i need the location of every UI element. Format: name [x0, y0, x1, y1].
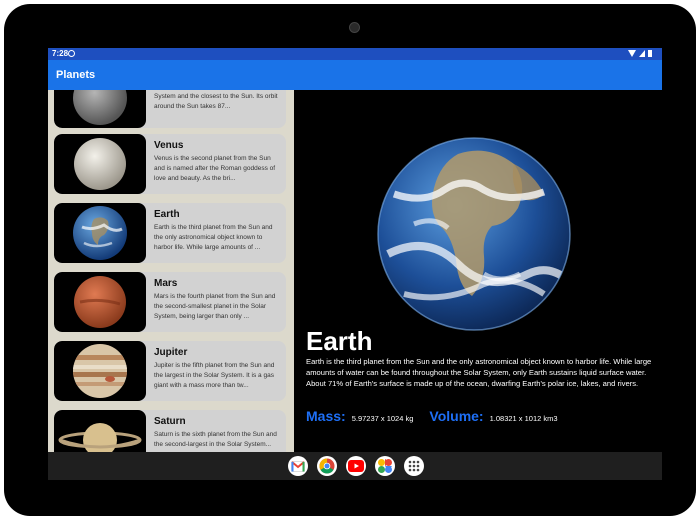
planet-list[interactable]: Mercury is the smallest planet in the So…: [48, 90, 294, 452]
status-bar: 7:28: [48, 48, 662, 60]
notification-icon: [68, 50, 75, 57]
planet-card-jupiter[interactable]: Jupiter Jupiter is the fifth planet from…: [54, 341, 286, 401]
battery-icon: [648, 50, 652, 57]
detail-title: Earth: [306, 326, 373, 356]
planet-description: Saturn is the sixth planet from the Sun …: [154, 431, 277, 448]
apps-icon[interactable]: [404, 456, 424, 476]
taskbar: [48, 452, 662, 480]
mass-label: Mass:: [306, 408, 346, 424]
volume-label: Volume:: [429, 408, 484, 424]
planet-card-mars[interactable]: Mars Mars is the fourth planet from the …: [54, 272, 286, 332]
planet-card-venus[interactable]: Venus Venus is the second planet from th…: [54, 134, 286, 194]
planet-thumbnail: [54, 272, 146, 332]
signal-icon: [639, 50, 645, 57]
planet-description: Earth is the third planet from the Sun a…: [154, 224, 273, 251]
status-time: 7:28: [52, 49, 69, 58]
detail-description: Earth is the third planet from the Sun a…: [306, 357, 652, 388]
screen: 7:28 Planets System and the closest to t…: [48, 48, 662, 480]
planet-description: Venus is the second planet from the Sun …: [154, 155, 276, 182]
gmail-icon[interactable]: [288, 456, 308, 476]
wifi-icon: [628, 50, 636, 57]
planet-description: Mars is the fourth planet from the Sun a…: [154, 293, 276, 320]
chrome-icon[interactable]: [317, 456, 337, 476]
planet-thumbnail: [54, 410, 146, 452]
planet-name: Jupiter: [154, 347, 188, 358]
planet-description: Mercury is the smallest planet in the So…: [154, 93, 278, 110]
volume-value: 1.08321 x 1012 km3: [489, 414, 558, 423]
earth-image: [377, 137, 571, 331]
planet-card-saturn[interactable]: Saturn Saturn is the sixth planet from t…: [54, 410, 286, 452]
planet-thumbnail: [54, 203, 146, 263]
planet-description: Jupiter is the fifth planet from the Sun…: [154, 362, 275, 389]
mass-value: 5.97237 x 1024 kg: [351, 414, 414, 423]
planet-stats: Mass: 5.97237 x 1024 kg Volume: 1.08321 …: [306, 408, 574, 424]
planet-thumbnail: [54, 341, 146, 401]
photos-icon[interactable]: [375, 456, 395, 476]
app-bar: Planets: [48, 60, 662, 90]
planet-name: Mars: [154, 278, 178, 289]
planet-thumbnail: [54, 134, 146, 194]
status-icons: [628, 50, 652, 57]
app-title: Planets: [56, 69, 96, 81]
planet-name: Earth: [154, 209, 180, 220]
tablet-frame: 7:28 Planets System and the closest to t…: [4, 4, 696, 516]
youtube-icon[interactable]: [346, 456, 366, 476]
camera-icon: [349, 22, 360, 33]
planet-name: Saturn: [154, 416, 186, 427]
planet-detail: Earth Earth is the third planet from the…: [294, 90, 662, 452]
planet-thumbnail: [54, 90, 146, 128]
planet-card-earth[interactable]: Earth Earth is the third planet from the…: [54, 203, 286, 263]
planet-card-mercury[interactable]: Mercury is the smallest planet in the So…: [54, 90, 286, 128]
planet-name: Venus: [154, 140, 184, 151]
